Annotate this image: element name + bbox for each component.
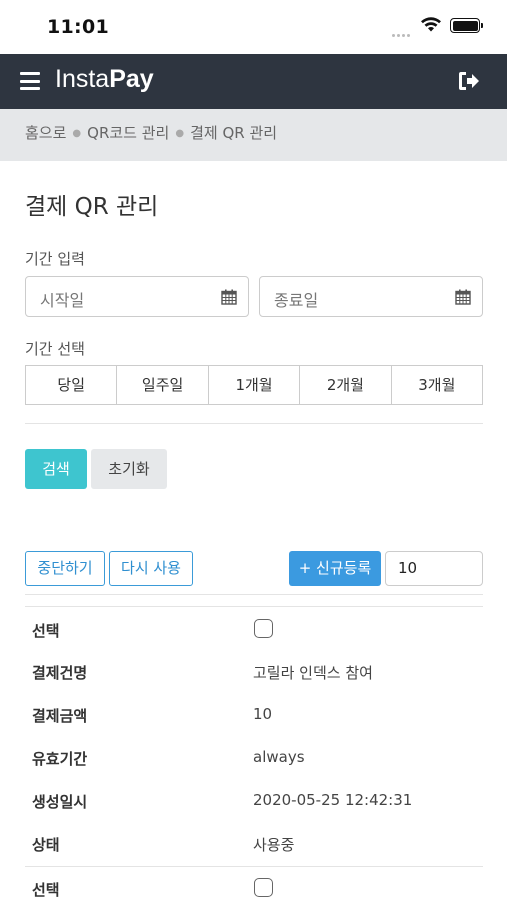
period-2month-button[interactable]: 2개월 [300,366,392,404]
start-date-placeholder: 시작일 [40,291,85,310]
period-today-button[interactable]: 당일 [26,366,118,404]
payment-amount-label: 결제금액 [32,707,88,725]
status-time: 11:01 [47,16,109,38]
payment-name-value: 고릴라 인덱스 참여 [253,664,373,682]
start-date-field[interactable]: 시작일 [25,276,249,317]
page-size-input[interactable]: 10 [385,551,483,586]
breadcrumb-separator: ● [72,128,82,139]
reset-button[interactable]: 초기화 [91,449,167,489]
created-value: 2020-05-25 12:42:31 [253,791,413,809]
validity-label: 유효기간 [32,750,88,768]
page-title: 결제 QR 관리 [25,194,159,220]
period-button-group: 당일 일주일 1개월 2개월 3개월 [25,365,483,405]
status-bar: 11:01 [0,0,507,54]
end-date-placeholder: 종료일 [274,291,319,310]
stop-button[interactable]: 중단하기 [25,551,105,586]
top-navbar: InstaPay [0,54,507,109]
breadcrumb-separator: ● [175,128,185,139]
record-created-row: 생성일시 2020-05-25 12:42:31 [25,779,483,822]
calendar-icon [455,289,471,305]
wifi-icon [421,17,441,32]
search-button[interactable]: 검색 [25,449,87,489]
breadcrumb: 홈으로 ● QR코드 관리 ● 결제 QR 관리 [0,109,507,161]
record-status-row: 상태 사용중 [25,822,483,865]
battery-icon [450,18,483,33]
created-label: 생성일시 [32,793,88,811]
app-logo[interactable]: InstaPay [55,65,154,94]
breadcrumb-home[interactable]: 홈으로 [25,124,66,142]
divider [25,423,483,424]
record-name-row: 결제건명 고릴라 인덱스 참여 [25,650,483,693]
hamburger-menu-icon[interactable] [20,72,40,90]
period-select-label: 기간 선택 [25,340,85,358]
select-label: 선택 [32,881,60,899]
period-input-label: 기간 입력 [25,250,85,268]
record-select-row: 선택 [25,867,483,900]
period-week-button[interactable]: 일주일 [117,366,209,404]
record-select-row: 선택 [25,608,483,651]
payment-amount-value: 10 [253,705,273,723]
record-checkbox[interactable] [254,878,273,897]
select-label: 선택 [32,622,60,640]
end-date-field[interactable]: 종료일 [259,276,483,317]
status-label: 상태 [32,836,60,854]
reuse-button[interactable]: 다시 사용 [109,551,193,586]
logout-icon[interactable] [457,70,481,92]
period-3month-button[interactable]: 3개월 [391,366,483,404]
cellular-signal-icon [392,22,414,37]
payment-name-label: 결제건명 [32,664,88,682]
breadcrumb-current: 결제 QR 관리 [190,124,278,142]
calendar-icon [221,289,237,305]
period-1month-button[interactable]: 1개월 [208,366,301,404]
record-top-border [25,606,483,607]
validity-value: always [253,748,305,766]
status-value: 사용중 [253,836,295,854]
breadcrumb-qr-management[interactable]: QR코드 관리 [87,124,169,142]
record-checkbox[interactable] [254,619,273,638]
new-registration-button[interactable]: + 신규등록 [289,551,381,586]
record-validity-row: 유효기간 always [25,736,483,779]
divider [25,594,483,595]
record-amount-row: 결제금액 10 [25,693,483,736]
